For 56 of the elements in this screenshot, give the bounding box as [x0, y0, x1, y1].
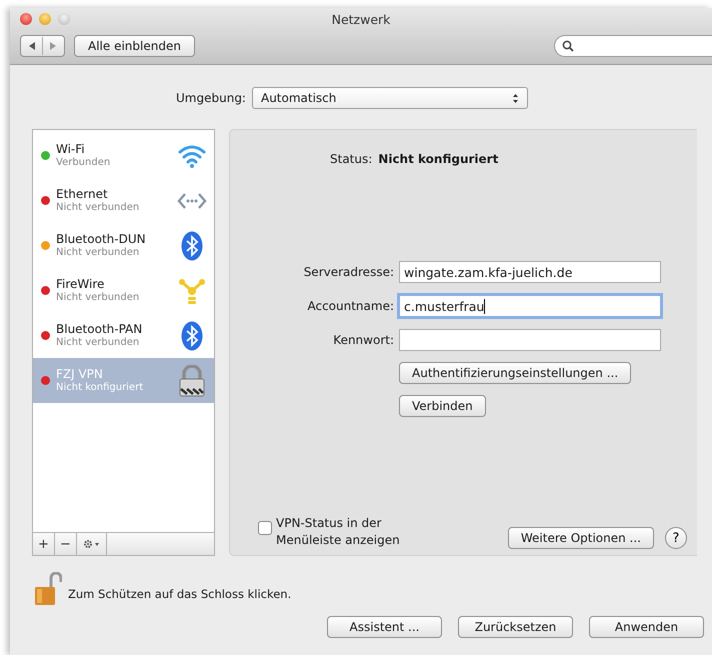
service-item[interactable]: Wi-Fi Verbunden	[33, 133, 214, 178]
status-value: Nicht konfiguriert	[378, 152, 498, 166]
forward-icon[interactable]	[48, 41, 58, 51]
service-item[interactable]: Bluetooth-PAN Nicht verbunden	[33, 313, 214, 358]
dialog-button[interactable]: Zurücksetzen	[458, 616, 573, 638]
firewire-icon	[178, 276, 206, 304]
service-item[interactable]: FireWire Nicht verbunden	[33, 268, 214, 313]
help-button[interactable]: ?	[665, 527, 687, 549]
close-button[interactable]	[20, 13, 32, 25]
field-label: Serveradresse:	[302, 265, 394, 279]
search-icon	[562, 40, 574, 52]
field-label: Accountname:	[306, 299, 394, 313]
service-name: FZJ VPN	[56, 366, 104, 380]
input-field[interactable]	[399, 329, 661, 351]
service-name: FireWire	[56, 276, 106, 290]
service-item[interactable]: Ethernet Nicht verbunden	[33, 178, 214, 223]
service-status: Nicht konfiguriert	[56, 380, 144, 394]
service-status: Verbunden	[56, 156, 112, 170]
gear-icon	[82, 539, 100, 549]
show-all-button[interactable]: Alle einblenden	[74, 35, 195, 57]
padlock-icon	[178, 364, 206, 396]
panel-button[interactable]: Authentifizierungseinstellungen ...	[399, 362, 632, 384]
service-status: Nicht verbunden	[56, 290, 140, 304]
input-field[interactable]: wingate.zam.kfa-juelich.de	[399, 261, 661, 283]
unlocked-padlock-icon	[34, 572, 62, 606]
panel-button[interactable]: Verbinden	[399, 395, 486, 417]
checkbox[interactable]	[258, 521, 272, 535]
service-item[interactable]: Bluetooth-DUN Nicht verbunden	[33, 223, 214, 268]
field-label: Kennwort:	[332, 333, 394, 347]
lock-hint: Zum Schützen auf das Schloss klicken.	[68, 587, 292, 601]
service-name: Ethernet	[56, 186, 109, 200]
checkbox-label: VPN-Status in der Menüleiste anzeigen	[276, 515, 401, 549]
bluetooth-icon	[181, 230, 203, 260]
service-name: Bluetooth-PAN	[56, 322, 144, 336]
input-field[interactable]: c.musterfrau	[399, 295, 661, 317]
service-status: Nicht verbunden	[56, 246, 140, 260]
search-field[interactable]	[554, 35, 712, 57]
back-icon[interactable]	[27, 41, 37, 51]
dialog-button[interactable]: Anwenden	[589, 616, 704, 638]
status-label: Status:	[330, 152, 372, 166]
list-action-button[interactable]: +	[33, 533, 55, 555]
list-action-button[interactable]: −	[55, 533, 77, 555]
window-title: Netzwerk	[332, 12, 390, 26]
more-options-button[interactable]: Weitere Optionen ...	[508, 527, 654, 549]
updown-caret-icon	[512, 92, 519, 104]
arrows-icon	[177, 190, 207, 210]
wifi-icon	[177, 142, 207, 168]
service-name: Wi-Fi	[56, 142, 86, 156]
service-name: Bluetooth-DUN	[56, 232, 147, 246]
navigation-control[interactable]	[20, 35, 65, 57]
location-label: Umgebung:	[176, 91, 246, 105]
service-status: Nicht verbunden	[56, 336, 140, 350]
location-dropdown[interactable]: Automatisch	[252, 87, 528, 109]
bluetooth-icon	[181, 320, 203, 350]
service-status: Nicht verbunden	[56, 200, 140, 214]
dialog-button[interactable]: Assistent ...	[327, 616, 442, 638]
